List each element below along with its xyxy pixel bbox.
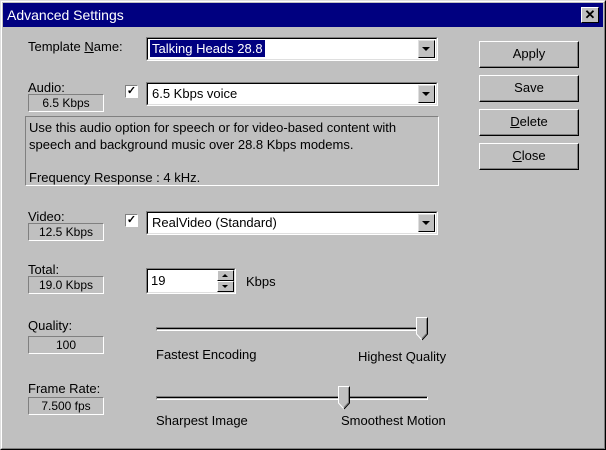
advanced-settings-window: Advanced Settings ✕ Template Name: Talki… — [0, 0, 606, 450]
window-title: Advanced Settings — [7, 7, 124, 23]
title-bar[interactable]: Advanced Settings ✕ — [3, 3, 603, 27]
quality-min-label: Fastest Encoding — [156, 347, 257, 362]
spin-down-icon[interactable] — [217, 281, 234, 292]
quality-slider-track[interactable] — [156, 327, 428, 331]
quality-label: Quality: — [28, 318, 73, 333]
quality-max-label: Highest Quality — [358, 349, 447, 364]
check-icon: ✓ — [126, 85, 137, 97]
video-label: Video: — [28, 209, 65, 224]
audio-label: Audio: — [28, 80, 65, 95]
audio-codec-value: 6.5 Kbps voice — [152, 86, 238, 101]
video-codec-value: RealVideo (Standard) — [152, 215, 277, 230]
audio-description-line-3: Frequency Response : 4 kHz. — [29, 170, 201, 185]
frame-rate-readout: 7.500 fps — [28, 397, 104, 415]
frame-rate-min-label: Sharpest Image — [156, 413, 248, 428]
video-dropdown-chevron-down-icon[interactable] — [418, 214, 435, 232]
audio-description-spacer — [29, 153, 435, 169]
template-name-combobox[interactable]: Talking Heads 28.8 — [146, 37, 438, 61]
audio-description-line-1: Use this audio option for speech or for … — [29, 120, 397, 135]
audio-description-line-2: speech and background music over 28.8 Kb… — [29, 137, 354, 152]
save-button[interactable]: Save — [479, 75, 579, 102]
apply-button[interactable]: Apply — [479, 41, 579, 68]
total-rate-readout: 19.0 Kbps — [28, 276, 104, 294]
video-enable-checkbox[interactable]: ✓ — [125, 214, 138, 227]
spin-up-icon[interactable] — [217, 270, 234, 281]
quality-slider-thumb[interactable] — [416, 317, 428, 341]
template-name-value: Talking Heads 28.8 — [149, 39, 266, 58]
frame-rate-slider-track[interactable] — [156, 396, 428, 400]
close-button[interactable]: Close — [479, 143, 579, 170]
frame-rate-max-label: Smoothest Motion — [341, 413, 446, 428]
close-icon[interactable]: ✕ — [581, 7, 599, 23]
quality-readout: 100 — [28, 336, 104, 354]
audio-rate-readout: 6.5 Kbps — [28, 94, 104, 112]
audio-enable-checkbox[interactable]: ✓ — [125, 85, 138, 98]
template-dropdown-chevron-down-icon[interactable] — [418, 40, 435, 58]
template-name-label: Template Name: — [28, 39, 123, 54]
audio-dropdown-chevron-down-icon[interactable] — [418, 85, 435, 103]
video-codec-combobox[interactable]: RealVideo (Standard) — [146, 211, 438, 235]
total-label: Total: — [28, 262, 60, 277]
check-icon: ✓ — [126, 214, 137, 226]
delete-button[interactable]: Delete — [479, 109, 579, 136]
video-rate-readout: 12.5 Kbps — [28, 223, 104, 241]
audio-codec-combobox[interactable]: 6.5 Kbps voice — [146, 82, 438, 106]
total-unit-label: Kbps — [246, 274, 276, 289]
audio-description: Use this audio option for speech or for … — [25, 116, 439, 186]
frame-rate-slider-thumb[interactable] — [338, 386, 350, 410]
frame-rate-label: Frame Rate: — [28, 381, 101, 396]
total-kbps-value: 19 — [151, 273, 166, 288]
